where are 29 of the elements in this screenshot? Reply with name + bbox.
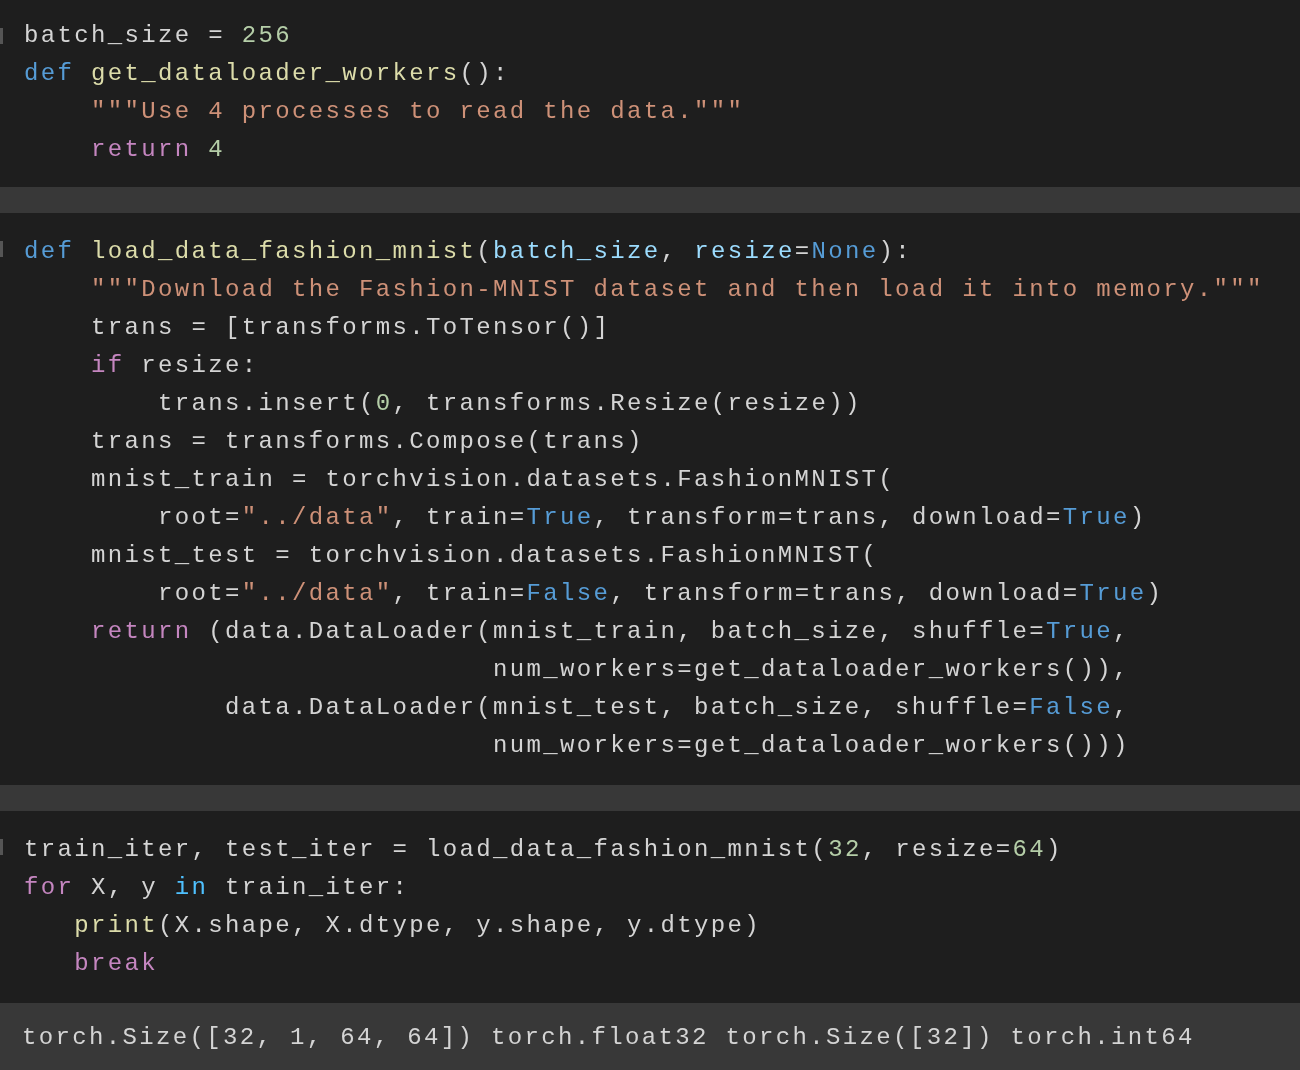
code-line: """Download the Fashion-MNIST dataset and then load it into memory."""	[90, 275, 1264, 305]
code-line: trans = [transforms.ToTensor()]	[90, 313, 611, 343]
code-line: batch_size = 256	[24, 21, 293, 51]
code-line: if resize:	[90, 351, 259, 381]
code-line: trans.insert(0, transforms.Resize(resize))	[157, 389, 862, 419]
code-line: data.DataLoader(mnist_test, batch_size, shuffle=False,	[224, 693, 1130, 723]
code-line: """Use 4 processes to read the data."""	[90, 97, 745, 127]
cell-marker	[0, 28, 3, 44]
code-cell[interactable]	[0, 213, 1300, 785]
code-line: def load_data_fashion_mnist(batch_size, resize=None):	[24, 237, 912, 267]
cell-marker	[0, 839, 3, 855]
code-line: root="../data", train=True, transform=trans, download=True)	[157, 503, 1147, 533]
code-line: mnist_test = torchvision.datasets.FashionMNIST(	[90, 541, 879, 571]
code-line: num_workers=get_dataloader_workers()))	[492, 731, 1130, 761]
code-line: print(X.shape, X.dtype, y.shape, y.dtype)	[73, 911, 762, 941]
code-line: break	[73, 949, 159, 979]
cell-marker	[0, 241, 3, 257]
code-line: mnist_train = torchvision.datasets.FashionMNIST(	[90, 465, 896, 495]
code-cell[interactable]: batch_size = 256 def get_dataloader_workers(): """Use 4 processes to read the data.""" return 4	[0, 0, 1300, 187]
code-cell[interactable]: train_iter, test_iter = load_data_fashion_mnist(32, resize=64) for X, y in train_iter: print(X.shape, X.dtype, y.shape, y.dtype) break	[0, 811, 1300, 1003]
code-line: return (data.DataLoader(mnist_train, batch_size, shuffle=True,	[90, 617, 1130, 647]
code-line: root="../data", train=False, transform=trans, download=True)	[157, 579, 1164, 609]
code-line: trans = transforms.Compose(trans)	[90, 427, 644, 457]
code-line: num_workers=get_dataloader_workers()),	[492, 655, 1130, 685]
code-line: def get_dataloader_workers():	[24, 59, 510, 89]
code-line: train_iter, test_iter = load_data_fashion_mnist(32, resize=64)	[24, 835, 1063, 865]
code-line: return 4	[90, 135, 226, 165]
code-line: for X, y in train_iter:	[24, 873, 410, 903]
output-text: torch.Size([32, 1, 64, 64]) torch.float32 torch.Size([32]) torch.int64	[22, 1023, 1195, 1053]
